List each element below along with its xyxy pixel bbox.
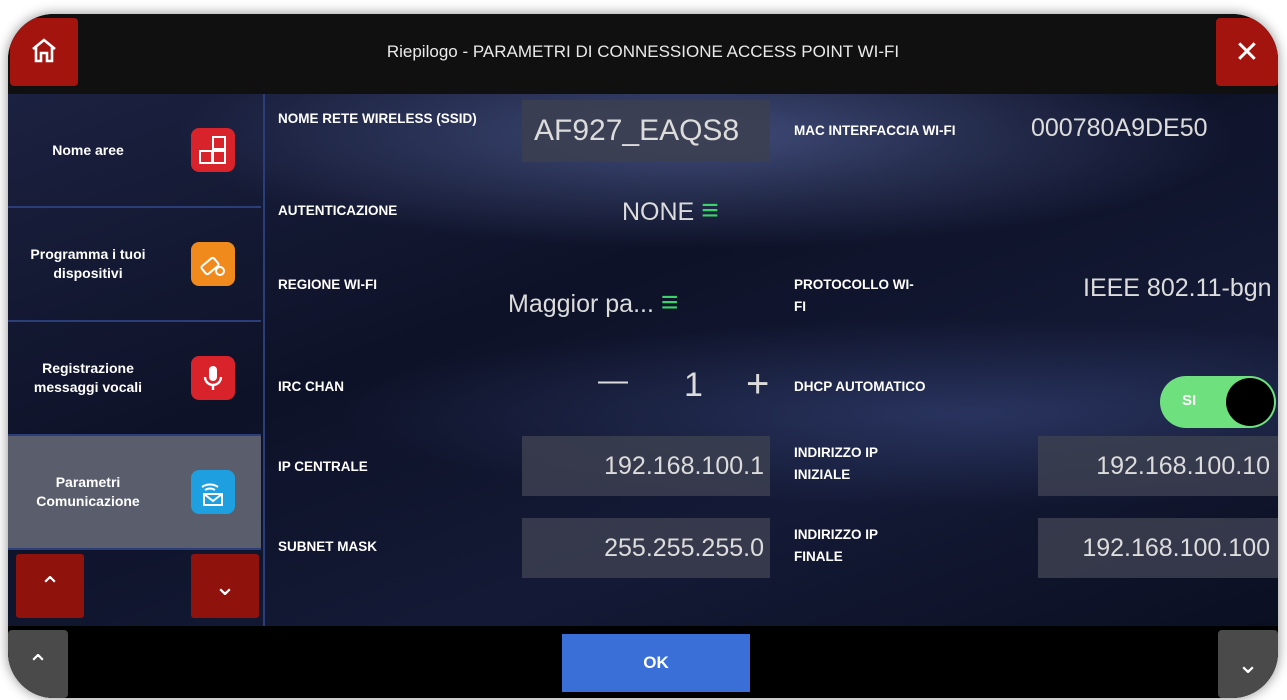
wifi-envelope-icon — [191, 470, 235, 514]
ip-end-field[interactable]: 192.168.100.100 — [1038, 518, 1278, 578]
toggle-knob — [1226, 378, 1274, 426]
devices-icon — [191, 242, 235, 286]
region-label: REGIONE WI-FI — [278, 277, 377, 292]
sidebar-item-label: Programma i tuoi dispositivi — [30, 246, 146, 281]
irc-chan-increment-button[interactable]: + — [746, 364, 769, 404]
mac-value: 000780A9DE50 — [1031, 114, 1208, 142]
sidebar-item-registrazione[interactable]: Registrazione messaggi vocali — [8, 322, 261, 436]
irc-chan-decrement-button[interactable]: — — [598, 364, 628, 398]
close-icon: ✕ — [1234, 35, 1260, 69]
sidebar-item-label: Parametri Comunicazione — [36, 474, 140, 509]
irc-chan-label: IRC CHAN — [278, 379, 344, 394]
ip-central-value: 192.168.100.1 — [604, 452, 764, 480]
subnet-field[interactable]: 255.255.255.0 — [522, 518, 770, 578]
chevron-down-icon: ⌄ — [1237, 648, 1259, 679]
mac-label: MAC INTERFACCIA WI-FI — [794, 123, 956, 138]
auth-select[interactable]: NONE ≡ — [622, 194, 719, 228]
auth-label: AUTENTICAZIONE — [278, 203, 398, 218]
app-window: Riepilogo - PARAMETRI DI CONNESSIONE ACC… — [8, 14, 1278, 698]
auth-value: NONE — [622, 198, 695, 226]
region-select[interactable]: Maggior pa... ≡ — [508, 286, 678, 320]
sidebar-divider — [263, 94, 265, 626]
menu-icon: ≡ — [701, 194, 719, 227]
subnet-value: 255.255.255.0 — [604, 534, 764, 562]
main-panel: Nome aree Programma i tuoi dispositivi R… — [8, 94, 1278, 626]
sidebar-scroll-up-button[interactable]: ⌃ — [16, 554, 84, 618]
ip-start-field[interactable]: 192.168.100.10 — [1038, 436, 1278, 496]
dhcp-toggle-label: SI — [1182, 392, 1197, 409]
ssid-label: NOME RETE WIRELESS (SSID) — [278, 111, 477, 126]
chevron-up-icon: ⌃ — [27, 648, 49, 679]
dhcp-toggle[interactable]: SI — [1160, 376, 1276, 428]
footer-right-button[interactable]: ⌄ — [1218, 630, 1278, 698]
ssid-field[interactable]: AF927_EAQS8 — [522, 100, 770, 162]
ip-start-value: 192.168.100.10 — [1096, 452, 1270, 480]
footer-bar: ⌃ OK ⌄ — [8, 626, 1278, 698]
region-value: Maggior pa... — [508, 290, 654, 318]
footer-left-button[interactable]: ⌃ — [8, 630, 68, 698]
sidebar-item-label: Nome aree — [52, 141, 124, 158]
microphone-icon — [191, 356, 235, 400]
page-title: Riepilogo - PARAMETRI DI CONNESSIONE ACC… — [386, 42, 900, 61]
sidebar-item-label: Registrazione messaggi vocali — [33, 360, 143, 395]
sidebar-item-parametri-comunicazione[interactable]: Parametri Comunicazione — [8, 436, 261, 550]
sidebar-item-nome-aree[interactable]: Nome aree — [8, 94, 261, 208]
ok-button[interactable]: OK — [562, 634, 750, 692]
chevron-down-icon: ⌄ — [214, 570, 236, 601]
subnet-label: SUBNET MASK — [278, 539, 378, 554]
ip-end-label: INDIRIZZO IP FINALE — [794, 527, 878, 564]
title-bar: Riepilogo - PARAMETRI DI CONNESSIONE ACC… — [8, 14, 1278, 94]
menu-icon: ≡ — [660, 286, 679, 319]
ip-central-field[interactable]: 192.168.100.1 — [522, 436, 770, 496]
ssid-value: AF927_EAQS8 — [534, 114, 740, 147]
ip-central-label: IP CENTRALE — [278, 459, 368, 474]
ip-start-label: INDIRIZZO IP INIZIALE — [794, 445, 878, 482]
sidebar-scroll-down-button[interactable]: ⌄ — [191, 554, 259, 618]
protocol-value: IEEE 802.11-bgn — [1083, 274, 1272, 302]
protocol-label: PROTOCOLLO WI-FI — [794, 277, 914, 314]
dhcp-label: DHCP AUTOMATICO — [794, 379, 926, 394]
irc-chan-value: 1 — [684, 366, 703, 404]
chevron-up-icon: ⌃ — [39, 570, 61, 601]
ip-end-value: 192.168.100.100 — [1082, 534, 1270, 562]
sidebar: Nome aree Programma i tuoi dispositivi R… — [8, 94, 265, 626]
close-button[interactable]: ✕ — [1216, 18, 1278, 86]
numbered-grid-icon — [191, 128, 235, 172]
sidebar-item-programma-dispositivi[interactable]: Programma i tuoi dispositivi — [8, 208, 261, 322]
